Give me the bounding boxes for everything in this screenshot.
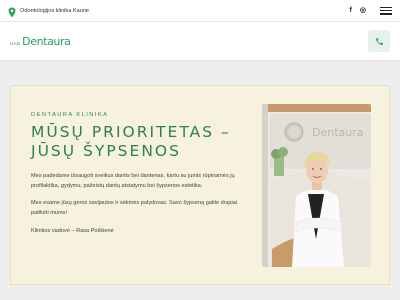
- facebook-icon[interactable]: f: [350, 7, 352, 14]
- photo-wall-logo: Dentaura: [312, 126, 364, 139]
- headline-line-1: MŪSŲ PRIORITETAS –: [31, 123, 231, 141]
- hero-section: DENTAURA KLINIKA MŪSŲ PRIORITETAS – JŪSŲ…: [10, 85, 390, 285]
- topbar-right-group: f ◎: [350, 6, 392, 15]
- hero-headline: MŪSŲ PRIORITETAS – JŪSŲ ŠYPSENOS: [31, 123, 256, 161]
- hamburger-menu-icon[interactable]: [380, 6, 392, 15]
- site-logo[interactable]: UAB Dentaura: [10, 34, 71, 48]
- hamburger-line: [380, 6, 392, 8]
- phone-button[interactable]: [368, 30, 390, 52]
- location-text: Odontologijos klinika Kaune: [20, 7, 90, 14]
- hero-signature: Klinikos vadovė – Rasa Poškienė: [31, 228, 114, 234]
- logo-prefix: UAB: [10, 40, 21, 46]
- hero-eyebrow: DENTAURA KLINIKA: [31, 112, 109, 118]
- instagram-icon[interactable]: ◎: [360, 7, 366, 14]
- phone-icon: [375, 37, 383, 45]
- hamburger-line: [380, 13, 392, 15]
- hero-paragraph-1: Mes padedame išsaugoti sveikus dantis be…: [31, 173, 235, 189]
- logo-name: Dentaura: [22, 34, 71, 48]
- top-info-bar: Odontologijos klinika Kaune f ◎: [0, 0, 400, 22]
- hero-text-block: DENTAURA KLINIKA MŪSŲ PRIORITETAS – JŪSŲ…: [31, 112, 256, 234]
- headline-line-2: JŪSŲ ŠYPSENOS: [31, 142, 181, 160]
- hero-paragraph-2: Mes esame jūsų geros savijautos ir sėkmė…: [31, 200, 238, 216]
- map-pin-icon: [8, 5, 16, 18]
- clinic-director-photo: Dentaura: [262, 104, 371, 267]
- main-navbar: UAB Dentaura: [0, 22, 400, 60]
- hamburger-line: [380, 9, 392, 12]
